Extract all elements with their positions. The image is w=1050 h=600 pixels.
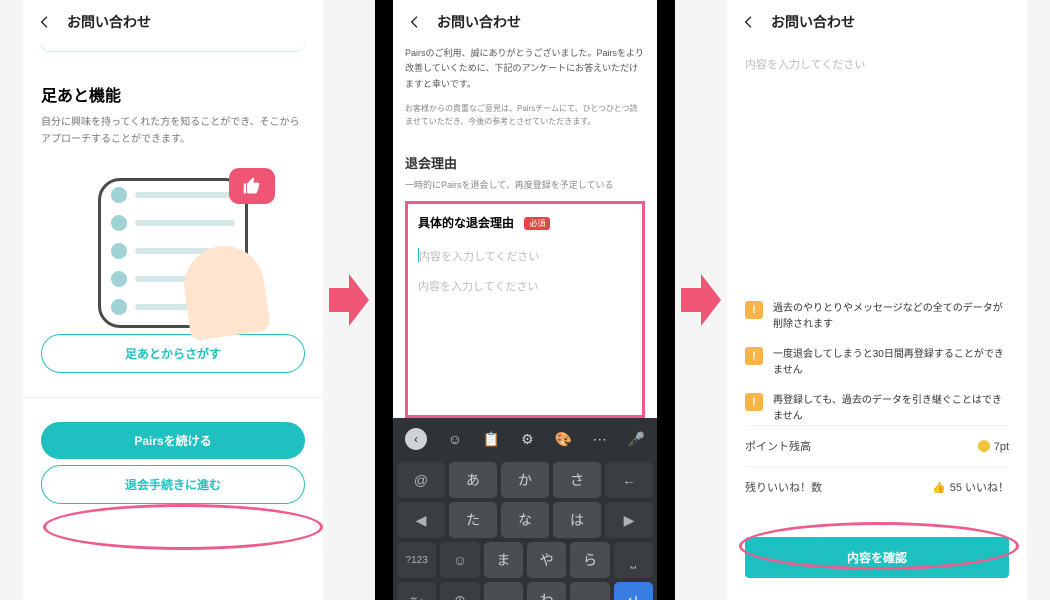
key[interactable]: さ (553, 462, 601, 498)
content: 足あと機能 自分に興味を持ってくれた方を知ることができ、そこからアプローチするこ… (23, 44, 323, 600)
page-title: お問い合わせ (771, 12, 855, 32)
key[interactable]: ▶ (605, 502, 653, 538)
warning-icon: ! (745, 301, 763, 319)
key[interactable]: ら (570, 542, 609, 578)
key[interactable]: は (553, 502, 601, 538)
proceed-withdraw-button[interactable]: 退会手続きに進む (41, 465, 305, 504)
intro-text-1: Pairsのご利用、誠にありがとうございました。Pairsをより改善していくため… (405, 44, 645, 94)
feature-description: 自分に興味を持ってくれた方を知ることができ、そこからアプローチすることができます… (41, 114, 305, 148)
key-lang[interactable]: あa (397, 582, 436, 600)
key[interactable]: か (501, 462, 549, 498)
reason-textarea[interactable] (418, 278, 632, 398)
divider (23, 397, 323, 398)
like-bubble-icon (229, 168, 275, 204)
key[interactable]: ◀ (397, 502, 445, 538)
reason-detail-box: 具体的な退会理由 必須 内容を入力してください (405, 201, 645, 418)
arrow-icon (681, 274, 721, 326)
confirm-button[interactable]: 内容を確認 (745, 537, 1009, 578)
key-enter[interactable]: ↵ (614, 582, 653, 600)
warning-text: 再登録しても、過去のデータを引き継ぐことはできません (773, 393, 1009, 425)
header: お問い合わせ (23, 0, 323, 44)
kb-tool-gear-icon[interactable]: ⚙ (521, 431, 534, 448)
warning-row: ! 一度退会してしまうと30日間再登録することができません (745, 347, 1009, 379)
detail-reason-label: 具体的な退会理由 (418, 216, 514, 230)
key-backspace[interactable]: ← (605, 462, 653, 498)
thumbs-up-icon: 👍 (932, 482, 946, 494)
intro-text-2: お客様からの貴重なご意見は、Pairsチームにて、ひとつひとつ読ませていただき、… (405, 100, 645, 131)
reason-section-label: 退会理由 (405, 153, 645, 172)
feature-heading: 足あと機能 (41, 82, 305, 106)
warning-text: 一度退会してしまうと30日間再登録することができません (773, 347, 1009, 379)
coin-icon (978, 440, 990, 452)
key-mode[interactable]: ?123 (397, 542, 436, 578)
header: お問い合わせ (727, 0, 1027, 44)
stat-points: ポイント残高 7pt (745, 425, 1009, 466)
screen-2: お問い合わせ Pairsのご利用、誠にありがとうございました。Pairsをより改… (375, 0, 675, 600)
kb-tool-mic-icon[interactable]: 🎤 (628, 431, 645, 448)
key[interactable]: ま (484, 542, 523, 578)
page-title: お問い合わせ (437, 12, 521, 32)
kb-collapse-icon[interactable]: ‹ (405, 428, 427, 450)
page-title: お問い合わせ (67, 12, 151, 32)
kb-tool-palette-icon[interactable]: 🎨 (554, 431, 571, 448)
search-footprint-button[interactable]: 足あとからさがす (41, 334, 305, 373)
header: お問い合わせ (393, 0, 657, 44)
kb-tool-sticker-icon[interactable]: ☺ (448, 431, 462, 447)
truncated-button-top (41, 44, 305, 52)
points-label: ポイント残高 (745, 438, 811, 454)
warning-text: 過去のやりとりやメッセージなどの全てのデータが削除されます (773, 301, 1009, 333)
placeholder-text: 内容を入力してください (745, 44, 1009, 72)
key[interactable]: 。 (484, 582, 523, 600)
likes-value: 55 いいね！ (950, 482, 1009, 494)
points-value: 7pt (994, 441, 1009, 453)
warning-icon: ! (745, 347, 763, 365)
key[interactable]: な (501, 502, 549, 538)
key[interactable]: わ (527, 582, 566, 600)
key[interactable]: や (527, 542, 566, 578)
reason-selected: 一時的にPairsを退会して、再度登録を予定している (405, 178, 645, 191)
soft-keyboard[interactable]: ‹ ☺ 📋 ⚙ 🎨 ⋯ 🎤 @ あ か さ ← ◀ た (393, 418, 657, 600)
key[interactable]: 、 (570, 582, 609, 600)
key[interactable]: @ (397, 462, 445, 498)
key[interactable]: た (449, 502, 497, 538)
placeholder-text: 内容を入力してください (419, 251, 539, 263)
warning-row: ! 過去のやりとりやメッセージなどの全てのデータが削除されます (745, 301, 1009, 333)
screen-1: お問い合わせ 足あと機能 自分に興味を持ってくれた方を知ることができ、そこからア… (23, 0, 323, 600)
back-icon[interactable] (741, 14, 757, 30)
stat-likes: 残りいいね！数 👍 55 いいね！ (745, 466, 1009, 507)
kb-tool-clipboard-icon[interactable]: 📋 (483, 431, 500, 448)
keyboard-toolbar[interactable]: ‹ ☺ 📋 ⚙ 🎨 ⋯ 🎤 (397, 424, 653, 458)
back-icon[interactable] (37, 14, 53, 30)
key-space[interactable]: ⎵ (614, 542, 653, 578)
feature-illustration (41, 158, 305, 328)
key[interactable]: ☺ (440, 542, 479, 578)
key[interactable]: ⊕ (440, 582, 479, 600)
required-badge: 必須 (524, 217, 550, 230)
likes-label: 残りいいね！数 (745, 479, 822, 495)
continue-pairs-button[interactable]: Pairsを続ける (41, 422, 305, 459)
kb-tool-more-icon[interactable]: ⋯ (593, 431, 607, 448)
screen-3: お問い合わせ 内容を入力してください ! 過去のやりとりやメッセージなどの全ての… (727, 0, 1027, 600)
warning-row: ! 再登録しても、過去のデータを引き継ぐことはできません (745, 393, 1009, 425)
key[interactable]: あ (449, 462, 497, 498)
warning-icon: ! (745, 393, 763, 411)
back-icon[interactable] (407, 14, 423, 30)
arrow-icon (329, 274, 369, 326)
